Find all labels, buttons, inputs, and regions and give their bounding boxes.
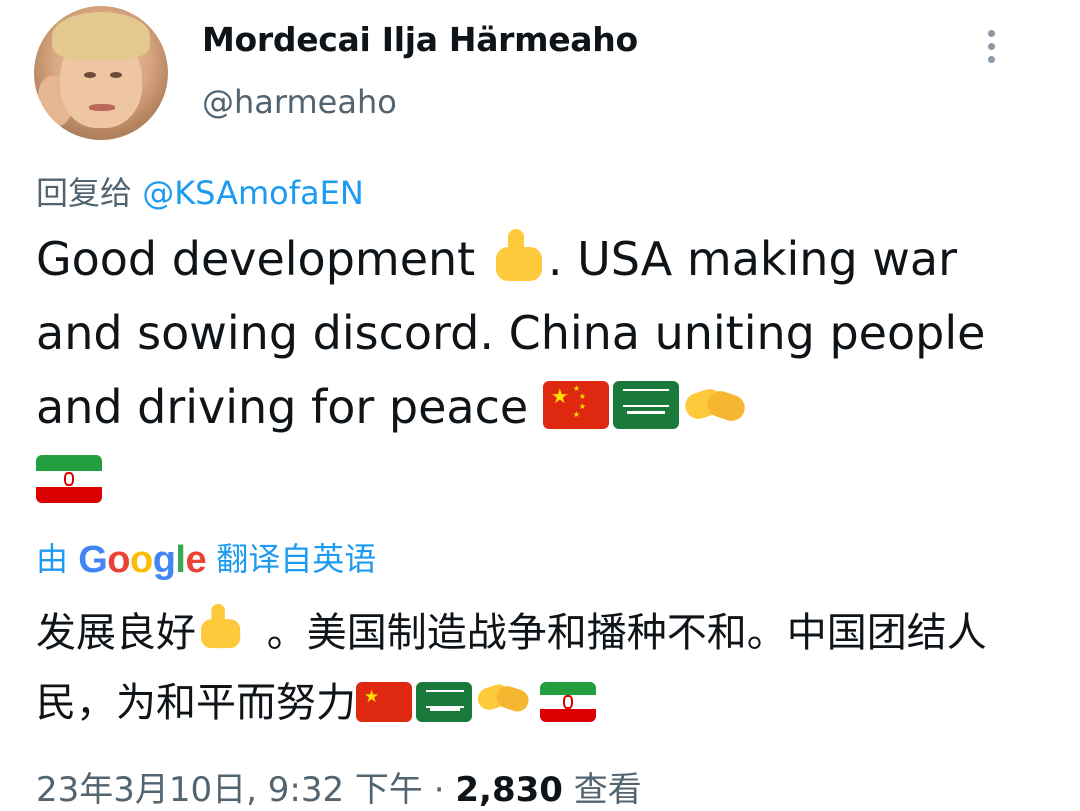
google-logo: Google [78,539,207,581]
avatar-hair [52,12,150,60]
avatar-eye-left [84,72,96,78]
tweet-header: Mordecai Ilja Härmeaho @harmeaho [0,0,1080,160]
tweet-timestamp[interactable]: 23年3月10日, 9:32 下午 [36,770,423,810]
views-label: 查看 [573,770,642,810]
meta-separator: · [433,770,445,810]
reply-mention-link[interactable]: @KSAmofaEN [142,174,364,212]
translated-text: 发展良好 。美国制造战争和播种不和。中国团结人民，为和平而努力 ★ [36,598,1046,738]
author-handle[interactable]: @harmeaho [202,83,397,121]
tweet-text-part1: Good development [36,232,490,286]
translation-prefix: 由 [36,540,69,578]
translation-suffix: 翻译自英语 [216,540,377,578]
china-flag-icon: ★ [356,682,412,722]
saudi-arabia-flag-icon [612,381,679,429]
reply-context: 回复给 @KSAmofaEN [36,168,364,214]
handshake-icon [681,381,748,429]
iran-flag-icon [540,682,596,722]
translated-text-part1: 发展良好 [36,610,196,656]
author-name[interactable]: Mordecai Ilja Härmeaho [202,20,638,59]
translation-attribution[interactable]: 由 Google 翻译自英语 [36,534,376,582]
tweet-text: Good development . USA making war and so… [36,222,1046,518]
tweet-meta: 23年3月10日, 9:32 下午 · 2,830 查看 [36,762,642,811]
avatar[interactable] [34,6,168,140]
reply-prefix: 回复给 [36,174,133,212]
thumbs-up-icon [196,602,245,650]
china-flag-icon: ★ ★ ★ ★ ★ [542,381,609,429]
handshake-icon [475,678,532,719]
iran-flag-icon [36,455,102,503]
avatar-mouth [89,104,115,111]
saudi-arabia-flag-icon [416,682,472,722]
thumbs-up-icon [490,227,548,283]
views-count: 2,830 [455,770,563,810]
avatar-eye-right [110,72,122,78]
more-options-icon[interactable] [978,26,1006,66]
